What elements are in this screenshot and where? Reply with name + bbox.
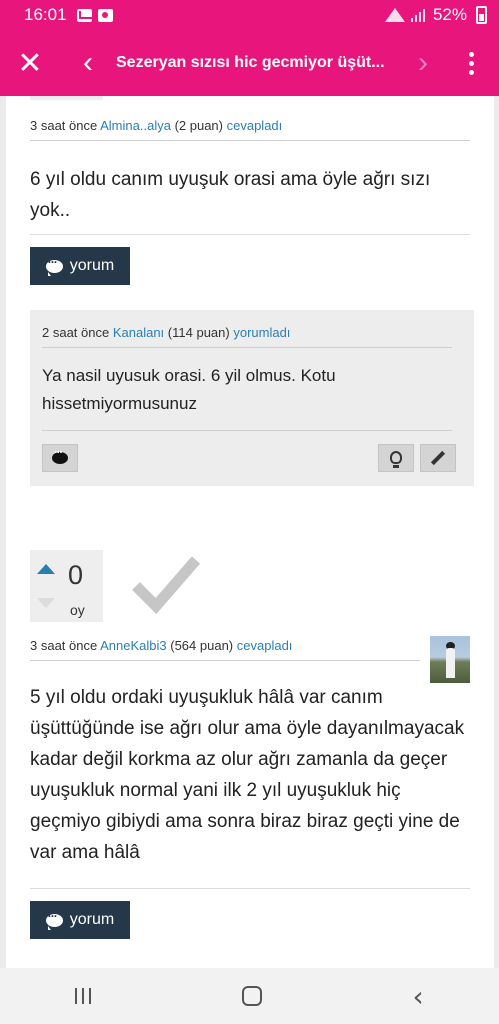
answer-card: 0 oy 3 saat önce AnneKalbi3 (564 puan) c… (6, 530, 494, 968)
comment-button-label: yorum (69, 911, 115, 928)
divider (30, 234, 470, 235)
back-icon[interactable]: ‹ (412, 980, 423, 1013)
downvote-arrow-icon[interactable] (37, 598, 55, 608)
divider (30, 888, 470, 889)
author-link[interactable]: Almina..alya (100, 118, 171, 133)
recents-icon[interactable] (75, 988, 92, 1004)
answers-list: oy 3 saat önce Almina..alya (2 puan) cev… (0, 96, 499, 968)
avatar[interactable] (430, 636, 470, 683)
page-title: Sezeryan sızısı hic gecmiyor üşüt... (116, 54, 385, 71)
answer-time: 3 saat önce (30, 118, 98, 133)
app-bar: ✕ ‹ Sezeryan sızısı hic gecmiyor üşüt...… (0, 30, 499, 96)
comment-button[interactable]: yorum (30, 247, 130, 285)
comment-author-link[interactable]: Kanalanı (113, 325, 164, 340)
speech-bubble-icon (45, 255, 63, 276)
vote-widget: 0 oy (30, 550, 103, 622)
mail-notification-icon (76, 8, 94, 22)
author-link[interactable]: AnneKalbi3 (100, 638, 167, 653)
speech-bubble-icon (52, 447, 68, 464)
vote-count: 0 (68, 560, 84, 590)
signal-icon (410, 8, 427, 22)
vote-label: oy (70, 602, 85, 618)
system-nav-bar: ‹ (0, 968, 499, 1024)
best-comment-button[interactable] (378, 444, 414, 472)
comment-text: Ya nasil uyusuk orasi. 6 yil olmus. Kotu… (42, 366, 336, 413)
answer-meta: 3 saat önce AnneKalbi3 (564 puan) cevapl… (30, 638, 420, 661)
comment-button[interactable]: yorum (30, 901, 130, 939)
answer-meta: 3 saat önce Almina..alya (2 puan) cevapl… (30, 118, 470, 141)
action-link[interactable]: cevapladı (237, 638, 293, 653)
comment-time: 2 saat önce (42, 325, 110, 340)
upvote-arrow-icon[interactable] (37, 564, 55, 574)
answer-time: 3 saat önce (30, 638, 98, 653)
divider (42, 430, 452, 431)
home-icon[interactable] (241, 986, 262, 1006)
comment-action-link[interactable]: yorumladı (233, 325, 290, 340)
status-time: 16:01 (24, 5, 67, 24)
comment-meta: 2 saat önce Kanalanı (114 puan) yorumlad… (42, 325, 452, 348)
lightbulb-icon (390, 450, 402, 468)
battery-percent: 52% (432, 5, 467, 24)
answer-text: 6 yıl oldu canım uyuşuk orasi ama öyle a… (30, 169, 431, 221)
back-chevron-icon[interactable]: ‹ (60, 30, 116, 96)
more-options-icon[interactable] (443, 30, 499, 96)
forward-chevron-icon[interactable]: › (403, 30, 443, 96)
edit-comment-button[interactable] (420, 444, 456, 472)
reply-comment-button[interactable] (42, 444, 78, 472)
comment-author-points: (114 puan) (167, 325, 230, 340)
comment-box: 2 saat önce Kanalanı (114 puan) yorumlad… (30, 310, 474, 486)
comment-button-label: yorum (69, 257, 115, 274)
answer-text: 5 yıl oldu ordaki uyuşukluk hâlâ var can… (30, 687, 465, 863)
wifi-icon (385, 8, 405, 22)
best-answer-check-icon[interactable] (130, 552, 202, 614)
vote-widget-partial: oy (30, 96, 103, 100)
close-icon[interactable]: ✕ (0, 30, 60, 96)
pencil-icon (430, 450, 446, 466)
action-link[interactable]: cevapladı (227, 118, 283, 133)
battery-icon (476, 6, 487, 24)
author-points: (564 puan) (170, 638, 234, 653)
status-bar: 16:01 52% (0, 0, 499, 30)
photo-notification-icon (97, 8, 113, 22)
author-points: (2 puan) (174, 118, 223, 133)
speech-bubble-icon (45, 909, 63, 930)
